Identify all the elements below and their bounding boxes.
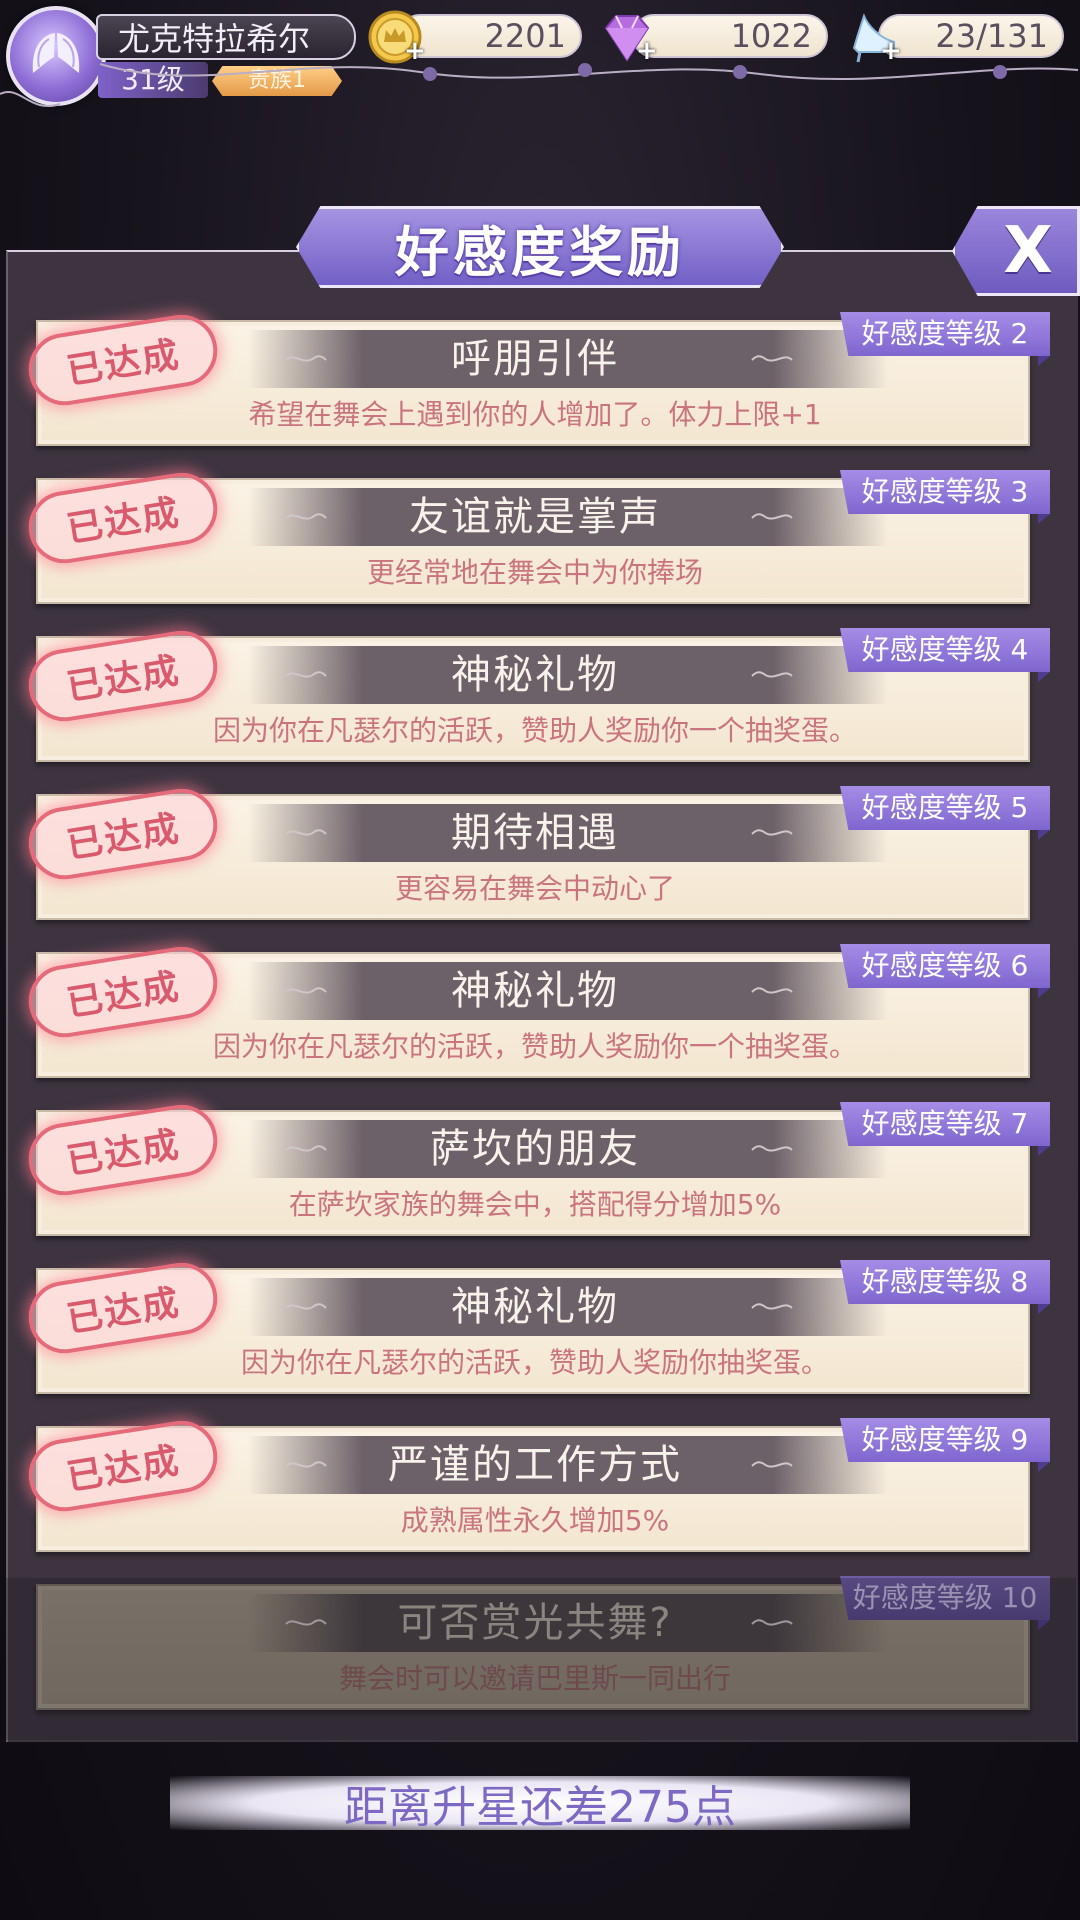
achieved-stamp-label: 已达成 <box>64 966 184 1025</box>
reward-card: 萨坎的朋友 在萨坎家族的舞会中，搭配得分增加5% 好感度等级 7 已达成 <box>23 1099 1050 1236</box>
add-diamond-button[interactable]: + <box>636 38 658 64</box>
reward-card: 严谨的工作方式 成熟属性永久增加5% 好感度等级 9 已达成 <box>23 1415 1050 1552</box>
player-name: 尤克特拉希尔 <box>96 14 356 60</box>
reward-description: 因为你在凡瑟尔的活跃，赞助人奖励你抽奖蛋。 <box>240 1346 829 1379</box>
affection-level-tag: 好感度等级 3 <box>840 470 1050 514</box>
tag-fold <box>1038 1462 1050 1472</box>
panel-title: 好感度奖励 <box>395 220 685 284</box>
stamina-counter: 23/131 <box>878 14 1064 58</box>
reward-card: 友谊就是掌声 更经常地在舞会中为你捧场 好感度等级 3 已达成 <box>23 467 1050 604</box>
reward-card: 呼朋引伴 希望在舞会上遇到你的人增加了。体力上限+1 好感度等级 2 已达成 <box>23 309 1050 446</box>
tag-fold <box>1038 672 1050 682</box>
add-gold-button[interactable]: + <box>404 38 426 64</box>
reward-description: 成熟属性永久增加5% <box>400 1504 670 1537</box>
player-avatar[interactable] <box>6 6 106 106</box>
achieved-stamp-label: 已达成 <box>64 492 184 551</box>
close-icon: X <box>1003 214 1053 288</box>
tag-fold <box>1038 514 1050 524</box>
achieved-stamp-label: 已达成 <box>64 808 184 867</box>
reward-description: 希望在舞会上遇到你的人增加了。体力上限+1 <box>248 398 822 431</box>
noble-rank-badge: 贵族1 <box>212 66 342 96</box>
affection-level-tag: 好感度等级 4 <box>840 628 1050 672</box>
achieved-stamp-label: 已达成 <box>64 1282 184 1341</box>
reward-description: 在萨坎家族的舞会中，搭配得分增加5% <box>288 1188 782 1221</box>
tag-fold <box>1038 830 1050 840</box>
locked-dim-overlay <box>6 1578 1076 1740</box>
affection-level-tag: 好感度等级 6 <box>840 944 1050 988</box>
star-progress-text: 距离升星还差275点 <box>344 1782 736 1833</box>
tag-fold <box>1038 1146 1050 1156</box>
affection-level-tag: 好感度等级 2 <box>840 312 1050 356</box>
tag-fold <box>1038 356 1050 366</box>
achieved-stamp-label: 已达成 <box>64 1440 184 1499</box>
add-stamina-button[interactable]: + <box>880 38 902 64</box>
top-bar: 尤克特拉希尔 31级 贵族1 2201 + 1022 + 23/131 + <box>0 0 1080 110</box>
tag-fold <box>1038 1304 1050 1314</box>
close-button[interactable]: X <box>952 206 1080 296</box>
reward-card: 期待相遇 更容易在舞会中动心了 好感度等级 5 已达成 <box>23 783 1050 920</box>
reward-description: 更容易在舞会中动心了 <box>394 872 675 905</box>
achieved-stamp-label: 已达成 <box>64 334 184 393</box>
diamond-counter: 1022 <box>632 14 828 58</box>
player-level: 31级 <box>98 62 208 98</box>
star-progress-bar: 距离升星还差275点 <box>170 1776 910 1833</box>
tag-fold <box>1038 988 1050 998</box>
reward-card: 神秘礼物 因为你在凡瑟尔的活跃，赞助人奖励你一个抽奖蛋。 好感度等级 4 已达成 <box>23 625 1050 762</box>
affection-level-tag: 好感度等级 9 <box>840 1418 1050 1462</box>
affection-level-tag: 好感度等级 5 <box>840 786 1050 830</box>
achieved-stamp-label: 已达成 <box>64 650 184 709</box>
reward-description: 因为你在凡瑟尔的活跃，赞助人奖励你一个抽奖蛋。 <box>212 714 857 747</box>
achieved-stamp-label: 已达成 <box>64 1124 184 1183</box>
reward-card: 神秘礼物 因为你在凡瑟尔的活跃，赞助人奖励你抽奖蛋。 好感度等级 8 已达成 <box>23 1257 1050 1394</box>
affection-level-tag: 好感度等级 8 <box>840 1260 1050 1304</box>
reward-card: 神秘礼物 因为你在凡瑟尔的活跃，赞助人奖励你一个抽奖蛋。 好感度等级 6 已达成 <box>23 941 1050 1078</box>
reward-description: 更经常地在舞会中为你捧场 <box>366 556 703 589</box>
angel-wings-icon <box>32 33 80 73</box>
reward-description: 因为你在凡瑟尔的活跃，赞助人奖励你一个抽奖蛋。 <box>212 1030 857 1063</box>
affection-level-tag: 好感度等级 7 <box>840 1102 1050 1146</box>
panel-title-banner: 好感度奖励 <box>296 206 784 288</box>
